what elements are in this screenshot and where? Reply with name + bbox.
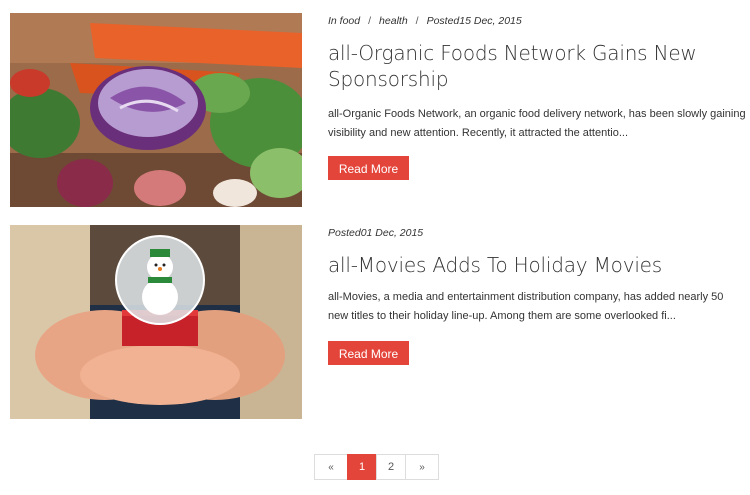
pagination-next-button[interactable]: »	[405, 454, 439, 480]
read-more-button[interactable]: Read More	[328, 341, 409, 365]
post-date: Posted01 Dec, 2015	[328, 227, 424, 239]
pagination-prev-button[interactable]: «	[314, 454, 348, 480]
vegetables-image	[10, 13, 302, 207]
post-meta: In food / health / Posted15 Dec, 2015	[328, 15, 522, 27]
pagination-page-1[interactable]: 1	[347, 454, 377, 480]
post-excerpt: all-Movies, a media and entertainment di…	[328, 291, 724, 322]
snow-globe-image	[10, 225, 302, 419]
post-title[interactable]: all-Organic Foods Network Gains New Spon…	[328, 40, 728, 92]
post-thumbnail-snow-globe[interactable]	[10, 225, 302, 419]
tag-link-health[interactable]: health	[379, 15, 408, 27]
post-date: Posted15 Dec, 2015	[426, 15, 522, 27]
meta-separator: /	[368, 15, 372, 27]
post-excerpt: all-Organic Foods Network, an organic fo…	[328, 108, 746, 139]
post-thumbnail-vegetables[interactable]	[10, 13, 302, 207]
post-meta: Posted01 Dec, 2015	[328, 227, 423, 239]
post-title[interactable]: all-Movies Adds To Holiday Movies	[328, 252, 728, 278]
pagination-page-2[interactable]: 2	[376, 454, 406, 480]
pagination: « 1 2 »	[314, 454, 439, 480]
read-more-button[interactable]: Read More	[328, 156, 409, 180]
meta-separator: /	[415, 15, 419, 27]
category-link-food[interactable]: In food	[328, 15, 360, 27]
